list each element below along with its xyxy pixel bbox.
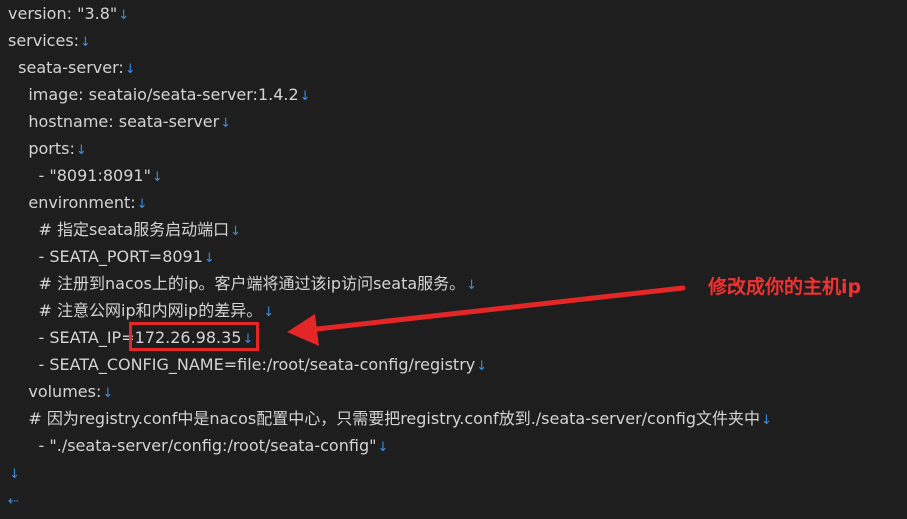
arrow-icon: [287, 285, 686, 346]
code-editor[interactable]: version: "3.8"↓ services:↓ seata-server:…: [0, 0, 907, 519]
annotation-label: 修改成你的主机ip: [708, 276, 862, 298]
